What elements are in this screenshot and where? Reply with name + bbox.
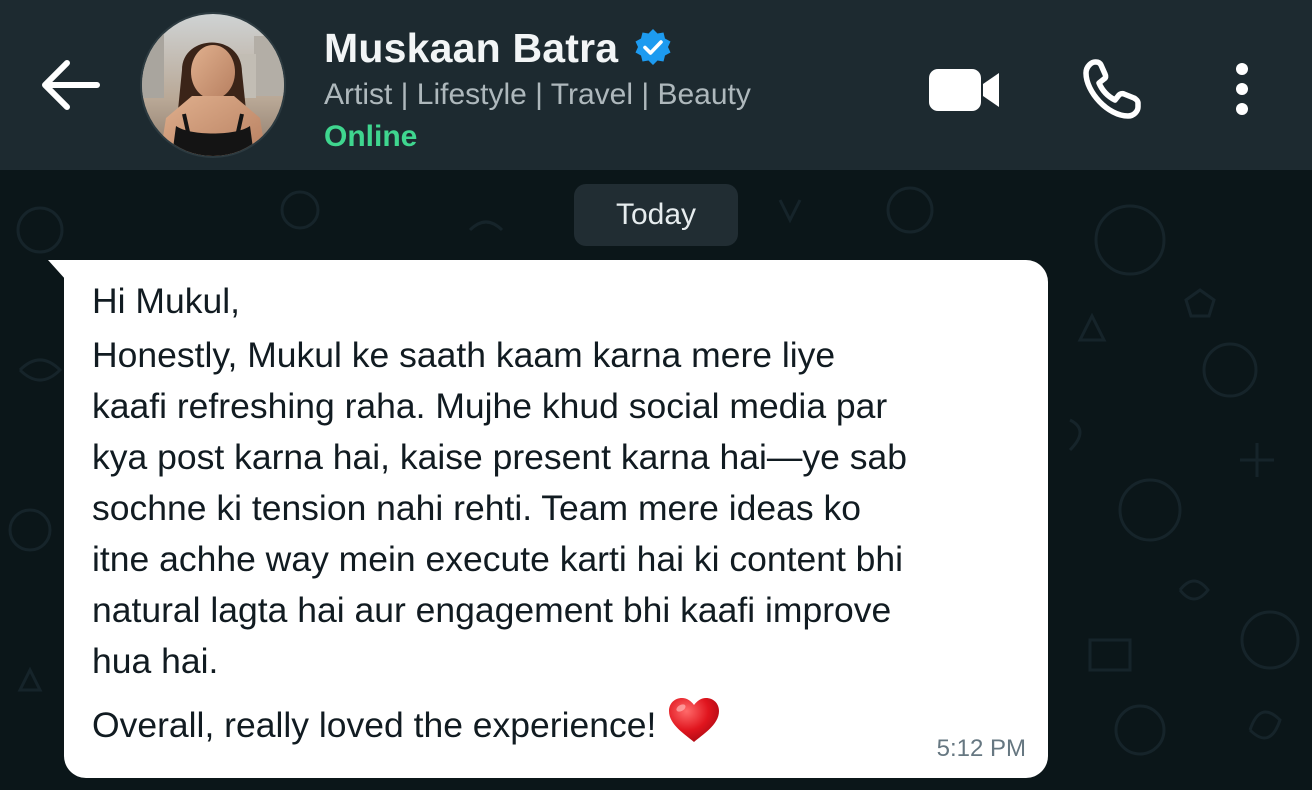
contact-name: Muskaan Batra (324, 24, 619, 71)
red-heart-icon (669, 698, 720, 742)
back-button[interactable] (32, 50, 106, 120)
message-body-line: kaafi refreshing raha. Mujhe khud social… (92, 386, 888, 426)
more-options-button[interactable] (1216, 52, 1268, 126)
chat-header: Muskaan Batra Artist | Lifestyle | Trave… (0, 0, 1312, 170)
message-body: Honestly, Mukul ke saath kaam karna mere… (92, 330, 1020, 687)
contact-info[interactable]: Muskaan Batra Artist | Lifestyle | Trave… (324, 22, 884, 154)
avatar[interactable] (140, 12, 286, 158)
name-row: Muskaan Batra (324, 22, 884, 74)
video-camera-icon (929, 69, 999, 111)
date-separator: Today (574, 184, 738, 246)
chat-screen: Muskaan Batra Artist | Lifestyle | Trave… (0, 0, 1312, 790)
incoming-message-bubble[interactable]: Hi Mukul, Honestly, Mukul ke saath kaam … (64, 260, 1048, 778)
verified-badge-icon (635, 29, 671, 65)
message-body-line: hua hai. (92, 641, 219, 681)
message-body-line: natural lagta hai aur engagement bhi kaa… (92, 590, 892, 630)
message-body-line: sochne ki tension nahi rehti. Team mere … (92, 488, 861, 528)
message-body-line: kya post karna hai, kaise present karna … (92, 437, 907, 477)
contact-tagline: Artist | Lifestyle | Travel | Beauty (324, 78, 751, 111)
video-call-button[interactable] (922, 58, 1008, 122)
message-body-line: Honestly, Mukul ke saath kaam karna mere… (92, 335, 836, 375)
message-body-line: itne achhe way mein execute karti hai ki… (92, 539, 904, 579)
message-timestamp: 5:12 PM (936, 735, 1026, 762)
message-list[interactable]: Today Hi Mukul, Honestly, Mukul ke saath… (0, 170, 1312, 790)
phone-icon (1083, 59, 1141, 119)
profile-photo (142, 14, 284, 156)
online-status: Online (324, 120, 418, 153)
message-closing-row: Overall, really loved the experience! (92, 695, 1020, 751)
voice-call-button[interactable] (1076, 52, 1148, 126)
message-closing: Overall, really loved the experience! (92, 705, 657, 745)
message-greeting: Hi Mukul, (92, 281, 240, 321)
arrow-left-icon (42, 60, 100, 110)
vertical-dots-icon (1236, 63, 1248, 115)
